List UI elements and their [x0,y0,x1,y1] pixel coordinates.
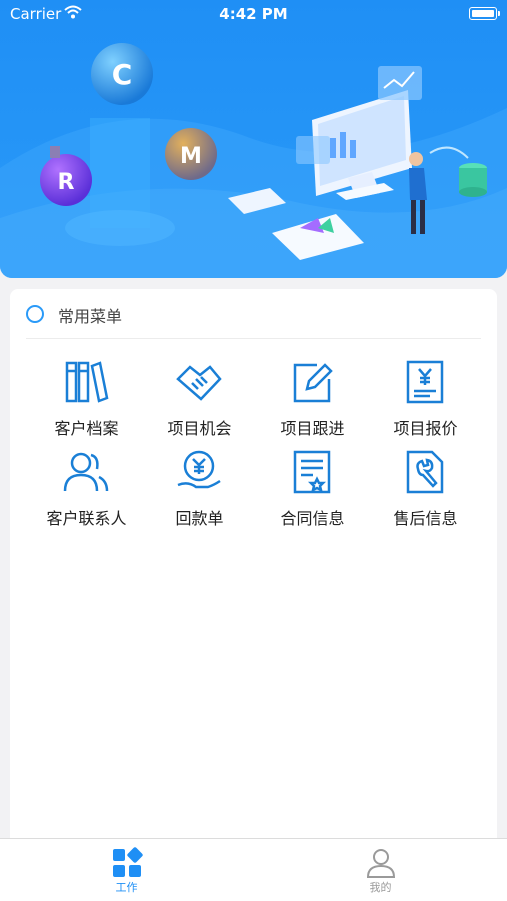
menu-item-label: 客户档案 [54,419,119,438]
contract-icon [293,450,331,494]
menu-item-label: 合同信息 [280,509,345,528]
common-menu-title: 常用菜单 [58,307,123,326]
ball-r: R [40,154,92,206]
status-time: 4:42 PM [219,5,288,23]
tab-mine[interactable]: 我的 [254,839,507,901]
crm-illustration: C M R [0,43,507,278]
contacts-icon [63,452,109,492]
user-icon [366,849,396,878]
menu-item-project-opportunity[interactable]: 项目机会 [143,351,256,439]
ball-m-label: M [180,144,202,169]
common-menu-card: 常用菜单 客户档案 项目机会 项目跟进 项目报价 客户联系人 回款单 合同信息 … [10,289,497,849]
battery-icon [469,7,500,20]
price-document-icon [406,360,444,404]
tab-mine-label: 我的 [369,881,392,894]
ball-m: M [165,128,217,180]
status-bar: Carrier 4:42 PM [0,0,507,28]
menu-item-customer-archive[interactable]: 客户档案 [30,351,143,439]
menu-item-project-quote[interactable]: 项目报价 [369,351,482,439]
menu-item-after-sales-info[interactable]: 售后信息 [369,441,482,529]
menu-item-customer-contacts[interactable]: 客户联系人 [30,441,143,529]
menu-item-project-follow-up[interactable]: 项目跟进 [256,351,369,439]
ball-r-label: R [58,170,75,195]
menu-item-label: 售后信息 [393,509,458,528]
ball-c: C [91,43,153,105]
handshake-icon [176,365,222,401]
menu-item-label: 项目跟进 [280,419,345,438]
tab-work[interactable]: 工作 [0,839,253,901]
ball-c-label: C [112,58,133,91]
edit-icon [293,363,333,403]
menu-item-label: 项目报价 [393,419,458,438]
bottom-tab-bar: 工作 我的 [0,838,507,901]
payment-hand-icon [177,450,221,489]
after-sales-wrench-icon [406,450,444,494]
menu-item-label: 客户联系人 [46,509,127,528]
grid-icon [113,847,143,877]
circle-icon [26,305,44,323]
menu-item-contract-info[interactable]: 合同信息 [256,441,369,529]
books-icon [65,361,109,403]
menu-item-label: 项目机会 [167,419,232,438]
menu-item-label: 回款单 [175,509,224,528]
tab-work-label: 工作 [115,881,138,894]
header-banner: Carrier 4:42 PM C M R [0,0,507,278]
menu-item-payment-receipt[interactable]: 回款单 [143,441,256,529]
common-menu-header: 常用菜单 [26,303,481,339]
